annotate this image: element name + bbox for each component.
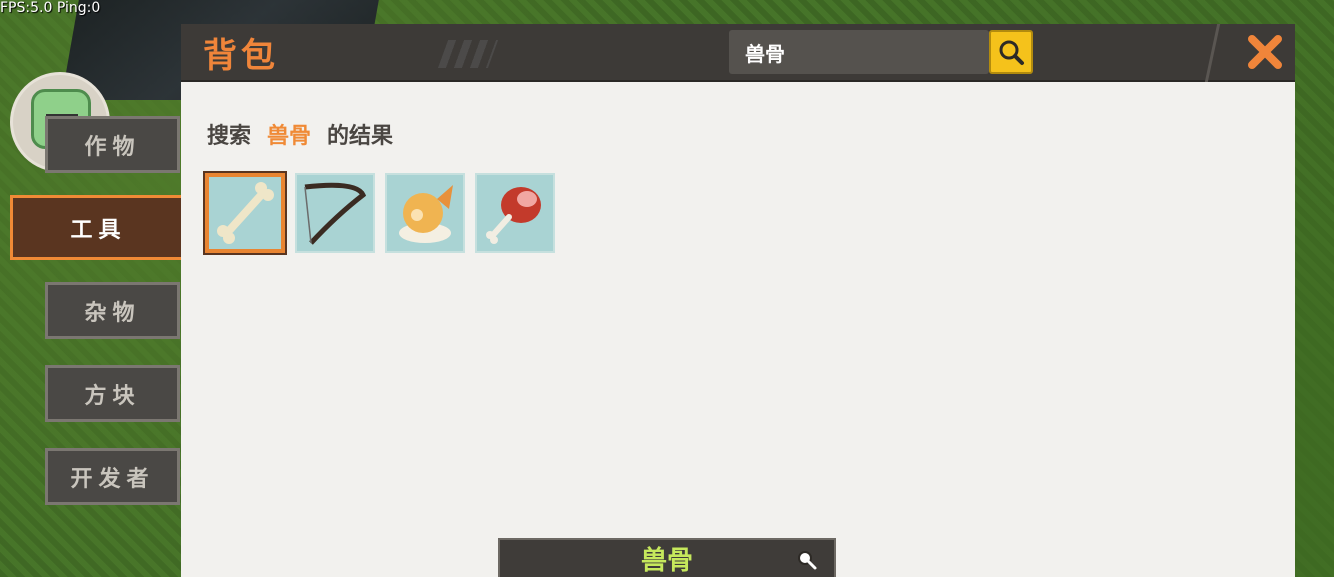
search-button[interactable] [989,30,1033,74]
tab-tools[interactable]: 工具 [10,195,187,260]
tab-developer[interactable]: 开发者 [45,448,180,505]
panel-title: 背包 [203,36,279,76]
search-result-line: 搜索 兽骨 的结果 [207,118,393,150]
item-slot-bone[interactable] [203,171,287,255]
magnifier-icon [798,551,817,570]
result-suffix: 的结果 [327,124,394,149]
bone-icon [217,182,274,244]
tab-crops[interactable]: 作物 [45,116,180,173]
bottom-search-label: 兽骨 [640,546,693,576]
result-prefix: 搜索 [207,124,252,149]
header-decoration [437,40,499,68]
search-box [729,30,989,74]
fox-food-icon [399,185,453,243]
header-divider [1204,24,1238,82]
search-input[interactable] [729,40,929,64]
result-keyword: 兽骨 [267,124,312,149]
fps-readout: FPS:5.0 Ping:0 [0,0,101,16]
tab-blocks[interactable]: 方块 [45,365,180,422]
meat-leg-icon [486,187,541,244]
panel-body: 搜索 兽骨 的结果 [181,82,1295,577]
item-slot-bow[interactable] [295,173,375,253]
close-button[interactable] [1241,28,1289,76]
bottom-search-bar[interactable]: 兽骨 [498,538,836,577]
close-icon [1248,35,1282,69]
tab-misc[interactable]: 杂物 [45,282,180,339]
search-icon [999,40,1024,65]
item-grid [203,171,555,255]
bow-icon [304,182,367,245]
item-slot-fox-food[interactable] [385,173,465,253]
item-slot-meat-leg[interactable] [475,173,555,253]
panel-header: 背包 [181,24,1295,82]
